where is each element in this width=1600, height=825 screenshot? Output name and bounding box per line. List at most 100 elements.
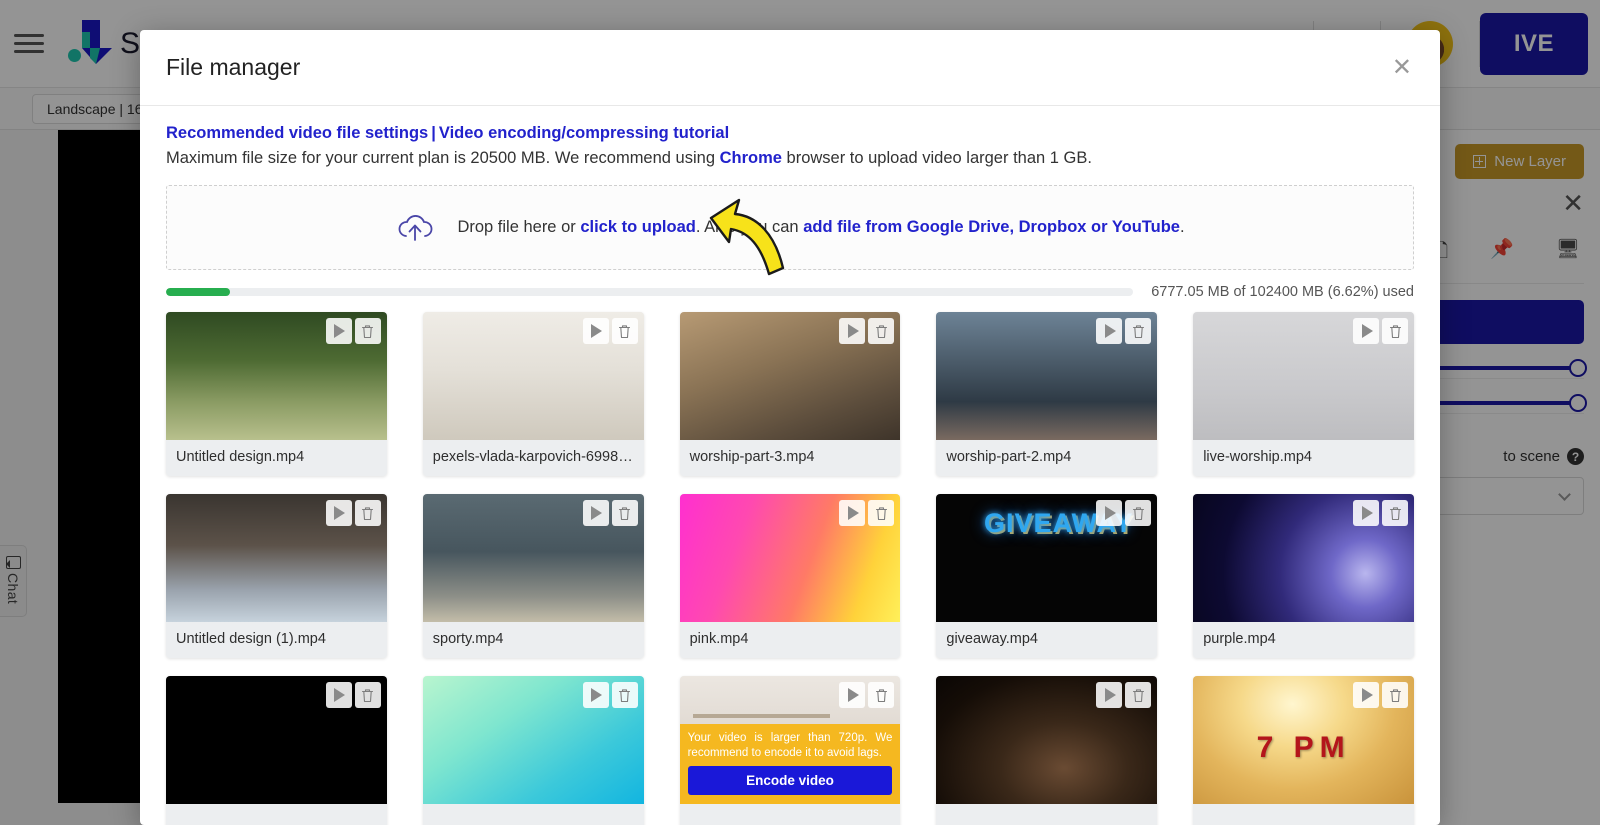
click-to-upload-link[interactable]: click to upload xyxy=(580,218,696,236)
play-triangle xyxy=(1105,688,1116,702)
play-icon[interactable] xyxy=(326,318,352,344)
file-thumbnail[interactable] xyxy=(423,494,644,622)
trash-glyph xyxy=(1132,324,1145,339)
trash-glyph xyxy=(618,688,631,703)
delete-icon[interactable] xyxy=(1125,500,1151,526)
file-tile[interactable]: 7 PM xyxy=(1193,676,1414,825)
tile-actions xyxy=(326,682,381,708)
file-name: pink.mp4 xyxy=(680,622,901,658)
file-thumbnail[interactable]: 7 PM xyxy=(1193,676,1414,804)
play-icon[interactable] xyxy=(326,500,352,526)
encode-video-button[interactable]: Encode video xyxy=(688,766,893,795)
delete-icon[interactable] xyxy=(612,318,638,344)
file-name xyxy=(680,804,901,825)
delete-icon[interactable] xyxy=(868,682,894,708)
play-icon[interactable] xyxy=(1096,500,1122,526)
play-icon[interactable] xyxy=(1096,318,1122,344)
file-name: giveaway.mp4 xyxy=(936,622,1157,658)
close-icon[interactable]: ✕ xyxy=(1392,56,1412,80)
delete-icon[interactable] xyxy=(355,500,381,526)
cloud-sources-link[interactable]: add file from Google Drive, Dropbox or Y… xyxy=(803,218,1180,236)
file-tile[interactable]: pink.mp4 xyxy=(680,494,901,658)
play-icon[interactable] xyxy=(583,500,609,526)
trash-glyph xyxy=(1389,688,1402,703)
trash-glyph xyxy=(1389,506,1402,521)
delete-icon[interactable] xyxy=(1382,318,1408,344)
tile-actions xyxy=(326,318,381,344)
file-tile[interactable]: Untitled design (1).mp4 xyxy=(166,494,387,658)
tile-actions xyxy=(1353,682,1408,708)
delete-icon[interactable] xyxy=(612,500,638,526)
play-icon[interactable] xyxy=(839,682,865,708)
file-tile[interactable] xyxy=(166,676,387,825)
file-thumbnail[interactable] xyxy=(1193,494,1414,622)
play-icon[interactable] xyxy=(583,682,609,708)
file-dropzone[interactable]: Drop file here or click to upload. Also … xyxy=(166,185,1414,270)
play-icon[interactable] xyxy=(326,682,352,708)
file-thumbnail[interactable] xyxy=(936,312,1157,440)
file-name: worship-part-3.mp4 xyxy=(680,440,901,476)
file-thumbnail[interactable] xyxy=(166,494,387,622)
file-tile[interactable]: pexels-vlada-karpovich-6998500 (2... xyxy=(423,312,644,476)
file-tile[interactable] xyxy=(423,676,644,825)
chrome-link[interactable]: Chrome xyxy=(720,149,782,167)
play-icon[interactable] xyxy=(839,318,865,344)
file-thumbnail[interactable]: GIVEAWAY xyxy=(936,494,1157,622)
delete-icon[interactable] xyxy=(355,318,381,344)
file-thumbnail[interactable] xyxy=(680,312,901,440)
file-tile[interactable]: live-worship.mp4 xyxy=(1193,312,1414,476)
tile-actions xyxy=(1096,318,1151,344)
modal-body: Recommended video file settings|Video en… xyxy=(140,106,1440,825)
file-tile[interactable]: GIVEAWAYgiveaway.mp4 xyxy=(936,494,1157,658)
storage-quota-row: 6777.05 MB of 102400 MB (6.62%) used xyxy=(166,284,1414,300)
file-tile[interactable]: Your video is larger than 720p. We recom… xyxy=(680,676,901,825)
delete-icon[interactable] xyxy=(1125,318,1151,344)
file-thumbnail[interactable]: Your video is larger than 720p. We recom… xyxy=(680,676,901,804)
trash-glyph xyxy=(361,688,374,703)
play-icon[interactable] xyxy=(839,500,865,526)
file-tile[interactable]: worship-part-2.mp4 xyxy=(936,312,1157,476)
file-thumbnail[interactable] xyxy=(166,312,387,440)
file-thumbnail[interactable] xyxy=(166,676,387,804)
file-thumbnail[interactable] xyxy=(423,676,644,804)
file-tile[interactable]: purple.mp4 xyxy=(1193,494,1414,658)
file-thumbnail[interactable] xyxy=(423,312,644,440)
recommended-settings-link[interactable]: Recommended video file settings xyxy=(166,124,428,142)
play-icon[interactable] xyxy=(583,318,609,344)
file-name xyxy=(423,804,644,825)
file-tile[interactable]: sporty.mp4 xyxy=(423,494,644,658)
file-thumbnail[interactable] xyxy=(936,676,1157,804)
play-icon[interactable] xyxy=(1353,682,1379,708)
storage-quota-fill xyxy=(166,288,230,296)
play-icon[interactable] xyxy=(1096,682,1122,708)
delete-icon[interactable] xyxy=(868,500,894,526)
file-thumbnail[interactable] xyxy=(680,494,901,622)
file-tile[interactable]: Untitled design.mp4 xyxy=(166,312,387,476)
tile-actions xyxy=(326,500,381,526)
delete-icon[interactable] xyxy=(1125,682,1151,708)
file-name: Untitled design (1).mp4 xyxy=(166,622,387,658)
play-triangle xyxy=(591,506,602,520)
delete-icon[interactable] xyxy=(612,682,638,708)
play-triangle xyxy=(848,506,859,520)
file-name xyxy=(936,804,1157,825)
trash-glyph xyxy=(875,506,888,521)
dz-text-1: Drop file here or xyxy=(457,218,580,236)
delete-icon[interactable] xyxy=(1382,682,1408,708)
tile-actions xyxy=(839,682,894,708)
file-name xyxy=(1193,804,1414,825)
modal-header: File manager ✕ xyxy=(140,30,1440,106)
play-triangle xyxy=(334,324,345,338)
storage-quota-label: 6777.05 MB of 102400 MB (6.62%) used xyxy=(1151,284,1414,300)
file-tile[interactable] xyxy=(936,676,1157,825)
file-tile[interactable]: worship-part-3.mp4 xyxy=(680,312,901,476)
delete-icon[interactable] xyxy=(1382,500,1408,526)
tile-actions xyxy=(1096,500,1151,526)
play-triangle xyxy=(1105,324,1116,338)
play-icon[interactable] xyxy=(1353,500,1379,526)
delete-icon[interactable] xyxy=(868,318,894,344)
delete-icon[interactable] xyxy=(355,682,381,708)
play-icon[interactable] xyxy=(1353,318,1379,344)
file-thumbnail[interactable] xyxy=(1193,312,1414,440)
encoding-tutorial-link[interactable]: Video encoding/compressing tutorial xyxy=(439,124,729,142)
